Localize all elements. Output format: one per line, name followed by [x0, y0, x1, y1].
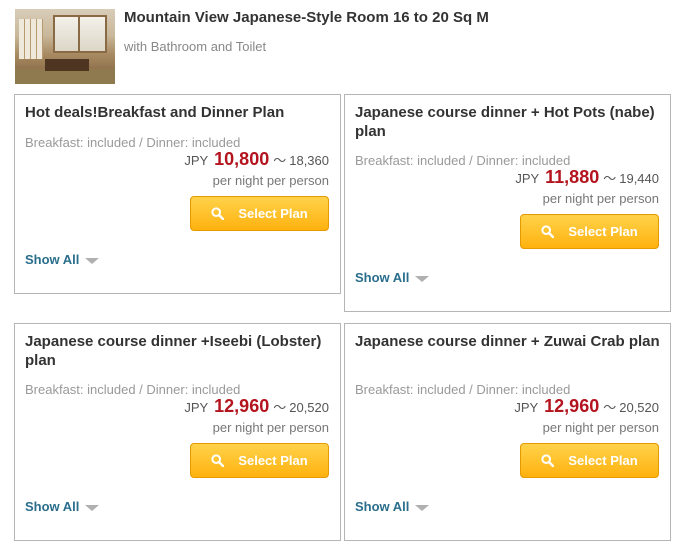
select-plan-label: Select Plan: [568, 453, 638, 468]
select-plan-label: Select Plan: [238, 206, 308, 221]
range-separator: ～: [603, 400, 617, 415]
price-row: JPY 12,960 ～ 20,520: [514, 396, 659, 417]
select-plan-button[interactable]: Select Plan: [190, 443, 329, 478]
select-plan-button[interactable]: Select Plan: [190, 196, 329, 231]
select-plan-button[interactable]: Select Plan: [520, 214, 659, 249]
plan-price: 12,960: [214, 396, 270, 416]
search-icon: [211, 454, 225, 467]
room-title: Mountain View Japanese-Style Room 16 to …: [124, 9, 489, 26]
plan-meals: Breakfast: included / Dinner: included: [355, 153, 571, 168]
max-price: 20,520: [619, 400, 659, 415]
price-row: JPY 10,800 ～ 18,360: [184, 149, 329, 170]
show-all-label: Show All: [25, 252, 80, 267]
currency: JPY: [514, 400, 539, 415]
plan-card: Japanese course dinner +Iseebi (Lobster)…: [14, 323, 341, 541]
range-separator: ～: [603, 171, 617, 186]
range-separator: ～: [273, 153, 287, 168]
price-row: JPY 12,960 ～ 20,520: [184, 396, 329, 417]
plan-meals: Breakfast: included / Dinner: included: [355, 382, 571, 397]
search-icon: [541, 225, 555, 238]
plan-card: Japanese course dinner + Zuwai Crab plan…: [344, 323, 671, 541]
plan-title: Japanese course dinner + Hot Pots (nabe)…: [355, 104, 655, 140]
per-night-label: per night per person: [542, 420, 659, 435]
show-all-link[interactable]: Show All: [25, 499, 100, 514]
plan-price: 11,880: [545, 167, 600, 187]
select-plan-button[interactable]: Select Plan: [520, 443, 659, 478]
currency: JPY: [184, 400, 209, 415]
show-all-link[interactable]: Show All: [25, 252, 100, 267]
select-plan-label: Select Plan: [568, 224, 638, 239]
plan-price: 10,800: [214, 149, 270, 169]
plan-title: Japanese course dinner +Iseebi (Lobster)…: [25, 333, 322, 369]
show-all-link[interactable]: Show All: [355, 270, 430, 285]
plan-title: Japanese course dinner + Zuwai Crab plan: [355, 333, 660, 350]
per-night-label: per night per person: [212, 173, 329, 188]
room-header: Mountain View Japanese-Style Room 16 to …: [0, 0, 677, 90]
max-price: 18,360: [289, 153, 329, 168]
plan-price: 12,960: [544, 396, 600, 416]
select-plan-label: Select Plan: [238, 453, 308, 468]
plan-meals: Breakfast: included / Dinner: included: [25, 135, 241, 150]
show-all-link[interactable]: Show All: [355, 499, 430, 514]
search-icon: [211, 207, 225, 220]
caret-down-icon: [85, 504, 100, 511]
caret-down-icon: [415, 275, 430, 282]
search-icon: [541, 454, 555, 467]
per-night-label: per night per person: [542, 191, 659, 206]
caret-down-icon: [85, 257, 100, 264]
range-separator: ～: [273, 400, 287, 415]
max-price: 20,520: [289, 400, 329, 415]
plan-title: Hot deals!Breakfast and Dinner Plan: [25, 104, 285, 121]
show-all-label: Show All: [355, 499, 410, 514]
currency: JPY: [184, 153, 209, 168]
plan-card: Japanese course dinner + Hot Pots (nabe)…: [344, 94, 671, 312]
show-all-label: Show All: [25, 499, 80, 514]
plan-card: Hot deals!Breakfast and Dinner Plan Brea…: [14, 94, 341, 294]
show-all-label: Show All: [355, 270, 410, 285]
price-row: JPY 11,880 ～ 19,440: [515, 167, 659, 188]
plan-meals: Breakfast: included / Dinner: included: [25, 382, 241, 397]
caret-down-icon: [415, 504, 430, 511]
max-price: 19,440: [619, 171, 659, 186]
room-photo[interactable]: [15, 9, 115, 84]
currency: JPY: [515, 171, 540, 186]
per-night-label: per night per person: [212, 420, 329, 435]
room-subtitle: with Bathroom and Toilet: [124, 39, 267, 54]
